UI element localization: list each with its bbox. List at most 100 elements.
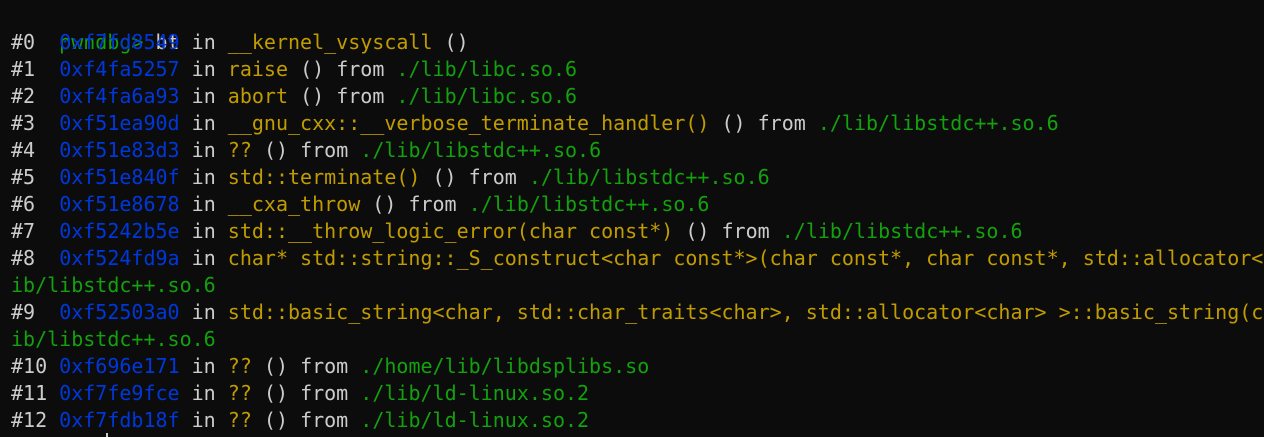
frame-function: ?? — [227, 138, 252, 162]
frame-from-keyword: from — [336, 57, 385, 81]
backtrace-frame: #12 0xf7fdb18f in ?? () from ./lib/ld-li… — [11, 407, 589, 434]
frame-in-keyword: in — [191, 57, 216, 81]
frame-args: () — [263, 408, 289, 432]
frame-library-wrapped: ib/libstdc++.so.6 — [11, 273, 216, 297]
frame-function: ?? — [227, 381, 252, 405]
frame-library: ./home/lib/libdsplibs.so — [360, 354, 650, 378]
frame-address: 0xf7fdb18f — [59, 408, 180, 432]
frame-number: #3 — [11, 111, 36, 135]
frame-function: std::__throw_logic_error(char const*) — [227, 219, 674, 243]
text-cursor — [106, 433, 108, 437]
frame-function: char* std::string::_S_construct<char con… — [227, 246, 1264, 270]
backtrace-frame: #5 0xf51e840f in std::terminate() () fro… — [11, 164, 770, 191]
frame-address: 0xf4fa5257 — [59, 57, 180, 81]
frame-number: #5 — [11, 165, 36, 189]
frame-library-wrapped: ib/libstdc++.so.6 — [11, 327, 216, 351]
frame-in-keyword: in — [191, 165, 216, 189]
frame-address: 0xf51e840f — [59, 165, 180, 189]
frame-args: () — [372, 192, 397, 216]
frame-in-keyword: in — [191, 111, 216, 135]
backtrace-frame: #10 0xf696e171 in ?? () from ./home/lib/… — [11, 353, 649, 380]
frame-args: () — [263, 354, 289, 378]
frame-address: 0xf7fe9fce — [59, 381, 180, 405]
backtrace-frame: #1 0xf4fa5257 in raise () from ./lib/lib… — [11, 56, 577, 83]
frame-in-keyword: in — [191, 138, 216, 162]
frame-number: #12 — [11, 408, 48, 432]
frame-args: () — [444, 30, 469, 54]
frame-library: ./lib/libstdc++.so.6 — [528, 165, 770, 189]
backtrace-frame: #8 0xf524fd9a in char* std::string::_S_c… — [11, 245, 1264, 272]
frame-in-keyword: in — [191, 408, 216, 432]
frame-from-keyword: from — [408, 192, 457, 216]
frame-address: 0xf4fa6a93 — [59, 84, 180, 108]
frame-number: #1 — [11, 57, 36, 81]
frame-function: ?? — [227, 354, 252, 378]
frame-address: 0xf5242b5e — [59, 219, 180, 243]
frame-wrapped-line: ib/libstdc++.so.6 — [11, 326, 216, 353]
frame-args: () — [263, 138, 289, 162]
frame-in-keyword: in — [191, 192, 216, 216]
frame-from-keyword: from — [300, 354, 349, 378]
frame-in-keyword: in — [191, 354, 216, 378]
frame-library: ./lib/libc.so.6 — [396, 84, 578, 108]
frame-number: #9 — [11, 300, 36, 324]
frame-library: ./lib/libstdc++.so.6 — [817, 111, 1059, 135]
backtrace-frame: #11 0xf7fe9fce in ?? () from ./lib/ld-li… — [11, 380, 589, 407]
frame-number: #4 — [11, 138, 36, 162]
frame-in-keyword: in — [191, 30, 216, 54]
frame-args: () — [300, 84, 325, 108]
frame-from-keyword: from — [336, 84, 385, 108]
frame-number: #7 — [11, 219, 36, 243]
frame-from-keyword: from — [300, 408, 349, 432]
frame-wrapped-line: ib/libstdc++.so.6 — [11, 272, 216, 299]
frame-number: #10 — [11, 354, 48, 378]
frame-from-keyword: from — [300, 381, 349, 405]
terminal-window[interactable]: pwndbg> bt #0 0xf7fd8549 in __kernel_vsy… — [0, 0, 1264, 437]
backtrace-frame: #9 0xf52503a0 in std::basic_string<char,… — [11, 299, 1264, 326]
frame-function: std::terminate() — [227, 165, 421, 189]
frame-in-keyword: in — [191, 246, 216, 270]
frame-address: 0xf51e8678 — [59, 192, 180, 216]
backtrace-frame: #6 0xf51e8678 in __cxa_throw () from ./l… — [11, 191, 709, 218]
frame-address: 0xf7fd8549 — [59, 30, 180, 54]
frame-address: 0xf51e83d3 — [59, 138, 180, 162]
frame-number: #11 — [11, 381, 48, 405]
backtrace-frame: #3 0xf51ea90d in __gnu_cxx::__verbose_te… — [11, 110, 1059, 137]
frame-number: #8 — [11, 246, 36, 270]
frame-args: () — [685, 219, 710, 243]
frame-from-keyword: from — [300, 138, 349, 162]
backtrace-frame: #4 0xf51e83d3 in ?? () from ./lib/libstd… — [11, 137, 601, 164]
frame-from-keyword: from — [757, 111, 806, 135]
frame-from-keyword: from — [721, 219, 770, 243]
backtrace-frame: #0 0xf7fd8549 in __kernel_vsyscall () — [11, 29, 469, 56]
frame-in-keyword: in — [191, 381, 216, 405]
prompt-line: pwndbg> bt — [11, 2, 179, 54]
frame-address: 0xf524fd9a — [59, 246, 180, 270]
frame-address: 0xf51ea90d — [59, 111, 180, 135]
frame-from-keyword: from — [468, 165, 517, 189]
frame-library: ./lib/libstdc++.so.6 — [781, 219, 1023, 243]
frame-args: () — [300, 57, 325, 81]
frame-number: #6 — [11, 192, 36, 216]
frame-args: () — [263, 381, 289, 405]
backtrace-frame: #7 0xf5242b5e in std::__throw_logic_erro… — [11, 218, 1023, 245]
frame-args: () — [721, 111, 746, 135]
frame-address: 0xf52503a0 — [59, 300, 180, 324]
frame-library: ./lib/libstdc++.so.6 — [360, 138, 602, 162]
frame-function: abort — [227, 84, 289, 108]
frame-library: ./lib/libc.so.6 — [396, 57, 578, 81]
frame-function: __cxa_throw — [227, 192, 361, 216]
backtrace-frame: #2 0xf4fa6a93 in abort () from ./lib/lib… — [11, 83, 577, 110]
frame-function: raise — [227, 57, 289, 81]
frame-library: ./lib/ld-linux.so.2 — [360, 408, 590, 432]
frame-in-keyword: in — [191, 300, 216, 324]
frame-in-keyword: in — [191, 84, 216, 108]
frame-in-keyword: in — [191, 219, 216, 243]
frame-library: ./lib/ld-linux.so.2 — [360, 381, 590, 405]
frame-number: #0 — [11, 30, 36, 54]
frame-library: ./lib/libstdc++.so.6 — [468, 192, 710, 216]
frame-args: () — [432, 165, 457, 189]
frame-function: __gnu_cxx::__verbose_terminate_handler() — [227, 111, 710, 135]
frame-number: #2 — [11, 84, 36, 108]
frame-function: std::basic_string<char, std::char_traits… — [227, 300, 1264, 324]
